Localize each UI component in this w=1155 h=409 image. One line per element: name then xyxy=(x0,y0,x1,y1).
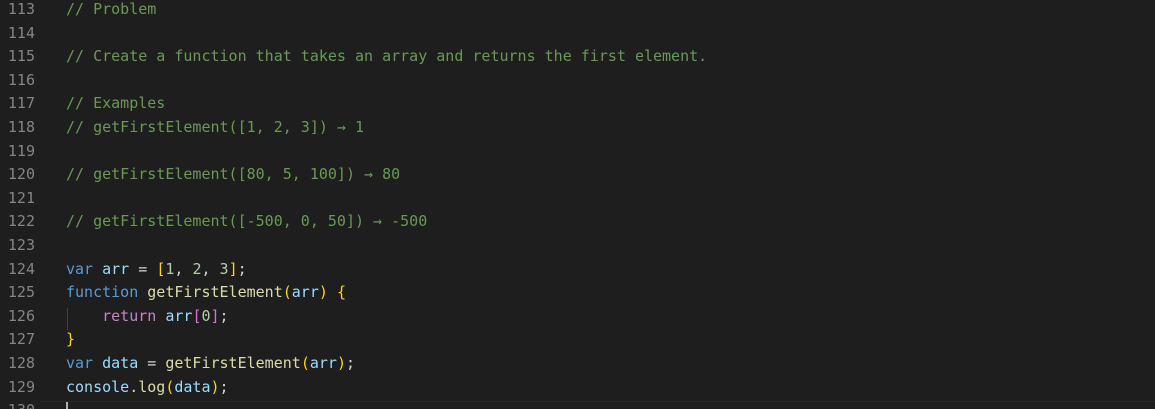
code-token: ( xyxy=(282,283,292,302)
line-number: 115 xyxy=(7,47,35,66)
line-number: 125 xyxy=(7,283,35,302)
code-token: ) xyxy=(336,354,346,372)
code-line[interactable]: 114 xyxy=(0,22,1155,46)
line-number: 114 xyxy=(7,23,35,42)
code-token: // Examples xyxy=(66,94,166,113)
code-text: // Problem xyxy=(66,0,156,22)
code-token: return xyxy=(102,306,157,325)
code-token: [ xyxy=(156,259,166,278)
line-number: 129 xyxy=(7,377,35,396)
code-token: data xyxy=(174,377,211,396)
code-token: arr xyxy=(165,306,193,325)
code-text: function getFirstElement(arr) { xyxy=(66,281,346,305)
code-line[interactable]: 127} xyxy=(0,328,1155,352)
code-text: // getFirstElement([80, 5, 100]) → 80 xyxy=(66,163,400,187)
code-line[interactable]: 126 return arr[0]; xyxy=(0,305,1155,329)
code-line[interactable]: 119 xyxy=(0,140,1155,164)
code-token: console xyxy=(66,377,130,396)
code-line[interactable]: 123 xyxy=(0,234,1155,258)
line-number: 119 xyxy=(7,141,35,160)
code-token: arr xyxy=(102,259,130,278)
text-cursor xyxy=(66,402,68,409)
code-token: , xyxy=(174,259,193,278)
code-text: } xyxy=(66,328,75,352)
code-text: var data = getFirstElement(arr); xyxy=(66,352,355,376)
code-line[interactable]: 129 console.log(data); xyxy=(0,376,1155,400)
code-line[interactable]: 120 // getFirstElement([80, 5, 100]) → 80 xyxy=(0,163,1155,187)
line-number: 128 xyxy=(7,354,35,372)
code-token: // Create a function that takes an array… xyxy=(66,47,708,66)
code-token: 0 xyxy=(201,306,211,325)
code-text: // getFirstElement([-500, 0, 50]) → -500 xyxy=(66,210,427,234)
code-token: ] xyxy=(210,306,220,325)
code-text: // getFirstElement([1, 2, 3]) → 1 xyxy=(66,116,364,140)
code-token: data xyxy=(102,354,139,372)
code-token: { xyxy=(336,283,346,302)
code-token: // getFirstElement([80, 5, 100]) → 80 xyxy=(66,165,401,184)
code-token: . xyxy=(129,377,139,396)
code-token: getFirstElement xyxy=(165,354,301,372)
code-line[interactable]: 117 // Examples xyxy=(0,92,1155,116)
code-line[interactable]: 116 xyxy=(0,69,1155,93)
code-token: // getFirstElement([1, 2, 3]) → 1 xyxy=(66,118,365,136)
code-line[interactable]: 125 function getFirstElement(arr) { xyxy=(0,281,1155,305)
line-number: 116 xyxy=(7,70,35,89)
code-token: } xyxy=(66,330,76,349)
code-line[interactable]: 121 xyxy=(0,187,1155,211)
line-number: 126 xyxy=(7,306,35,325)
line-number: 113 xyxy=(7,0,35,18)
line-number: 122 xyxy=(7,212,35,231)
code-token: var xyxy=(66,259,94,278)
code-line[interactable]: 128 var data = getFirstElement(arr); xyxy=(0,352,1155,376)
code-token: 3 xyxy=(219,259,229,278)
code-token: ) xyxy=(318,283,328,302)
line-number: 117 xyxy=(7,94,35,113)
line-number: 130 xyxy=(0,399,35,409)
code-token: log xyxy=(138,377,166,396)
line-number: 118 xyxy=(7,118,35,136)
code-token: // getFirstElement([-500, 0, 50]) → -500 xyxy=(66,212,428,231)
code-token: var xyxy=(66,354,94,372)
current-line-highlight xyxy=(40,401,1155,409)
code-token: ) xyxy=(210,377,220,396)
code-token: ] xyxy=(228,259,238,278)
code-token: , xyxy=(201,259,220,278)
line-number: 124 xyxy=(7,259,35,278)
code-editor[interactable]: 113 // Problem 114 115 // Create a function … xyxy=(0,0,1155,409)
code-line[interactable]: 113 // Problem xyxy=(0,0,1155,22)
code-token: arr xyxy=(291,283,319,302)
code-text: // Create a function that takes an array… xyxy=(66,45,707,69)
line-number: 120 xyxy=(7,165,35,184)
code-text: var arr = [1, 2, 3]; xyxy=(66,258,247,282)
code-line[interactable]: 122 // getFirstElement([-500, 0, 50]) → -… xyxy=(0,210,1155,234)
code-token: = xyxy=(138,354,166,372)
code-token: getFirstElement xyxy=(147,283,283,302)
code-token: ( xyxy=(300,354,310,372)
code-token: ; xyxy=(219,377,229,396)
code-token: // Problem xyxy=(66,0,157,18)
indent-guide xyxy=(67,308,68,330)
code-token: = xyxy=(129,259,157,278)
code-token: ; xyxy=(237,259,247,278)
code-line[interactable]: 115 // Create a function that takes an ar… xyxy=(0,45,1155,69)
line-number: 127 xyxy=(7,330,35,349)
line-number: 121 xyxy=(7,188,35,207)
code-text: console.log(data); xyxy=(66,376,229,400)
line-number: 123 xyxy=(7,236,35,254)
code-token: function xyxy=(66,283,139,302)
code-line[interactable]: 118 // getFirstElement([1, 2, 3]) → 1 xyxy=(0,116,1155,140)
code-token: ; xyxy=(345,354,355,372)
code-token: arr xyxy=(309,354,337,372)
code-text: return arr[0]; xyxy=(66,305,229,329)
code-line[interactable]: 124 var arr = [1, 2, 3]; xyxy=(0,258,1155,282)
code-token: ; xyxy=(219,306,229,325)
code-text: // Examples xyxy=(66,92,165,116)
